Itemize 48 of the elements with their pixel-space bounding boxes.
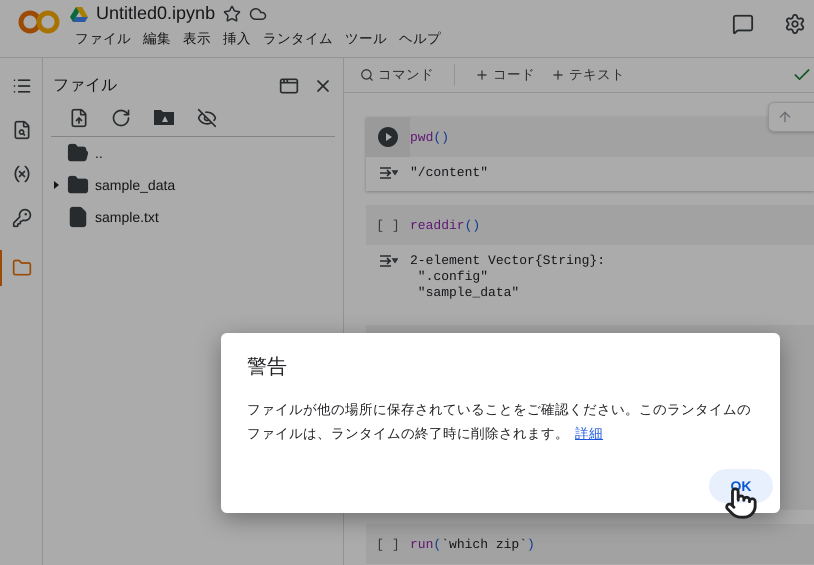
menu-item[interactable]: ファイル [70,28,136,50]
expand-arrow-icon[interactable] [51,180,61,190]
dialog-title: 警告 [247,355,288,380]
cell-output: "/content" [410,165,488,181]
menu-item[interactable]: 表示 [178,28,216,50]
window-icon[interactable] [279,76,299,96]
plus-icon [551,68,565,82]
output-icon[interactable] [378,253,398,269]
star-icon[interactable] [223,4,242,22]
plus-icon [475,68,489,82]
panel-title: ファイル [53,76,118,96]
open-folder-icon [67,142,89,164]
cell-prompt[interactable]: [ ] [376,536,400,552]
cell-output: 2-element Vector{String}: ".config" "sample_data" [410,253,606,301]
output-icon[interactable] [378,165,398,181]
run-icon[interactable] [378,127,398,147]
logo-icon[interactable] [18,8,60,36]
file-name[interactable]: sample.txt [95,209,159,225]
drive-folder-icon[interactable] [153,108,175,126]
search-icon [360,68,374,82]
file-icon [67,206,89,228]
command-button[interactable]: コマンド [358,64,436,86]
menu-item[interactable]: ランタイム [258,28,338,50]
cell-prompt[interactable]: [ ] [376,218,400,232]
file-name[interactable]: .. [95,145,103,161]
code-text: pwd() [410,130,450,144]
drive-icon [70,6,88,22]
menu-item[interactable]: 編集 [138,28,176,50]
menu-item[interactable]: ヘルプ [394,28,446,50]
code-cell[interactable]: [ ] run(`which zip`) [366,524,814,564]
add-button[interactable]: コード [473,64,537,86]
add-button[interactable]: テキスト [549,64,627,86]
refresh-icon[interactable] [111,108,131,128]
code-cell[interactable]: [ ] readdir() [366,205,814,245]
comment-icon[interactable] [732,13,754,35]
hidden-icon[interactable] [197,108,217,128]
code-text: readdir() [410,218,480,232]
folder-icon [67,174,89,196]
upload-icon[interactable] [69,108,89,128]
menu-item[interactable]: 挿入 [218,28,256,50]
details-link[interactable]: 詳細 [575,426,603,441]
dialog-message: ファイルが他の場所に保存されていることをご確認ください。このランタイムのファイルは、ランタイムの終了時に削除されます。 詳細 [247,401,752,443]
settings-icon[interactable] [784,13,806,35]
file-name[interactable]: sample_data [95,177,176,193]
code-cell[interactable]: pwd() [366,117,814,157]
code-text: run(`which zip`) [410,536,535,552]
notebook-title[interactable]: Untitled0.ipynb [96,3,216,24]
menu-item[interactable]: ツール [340,28,392,50]
